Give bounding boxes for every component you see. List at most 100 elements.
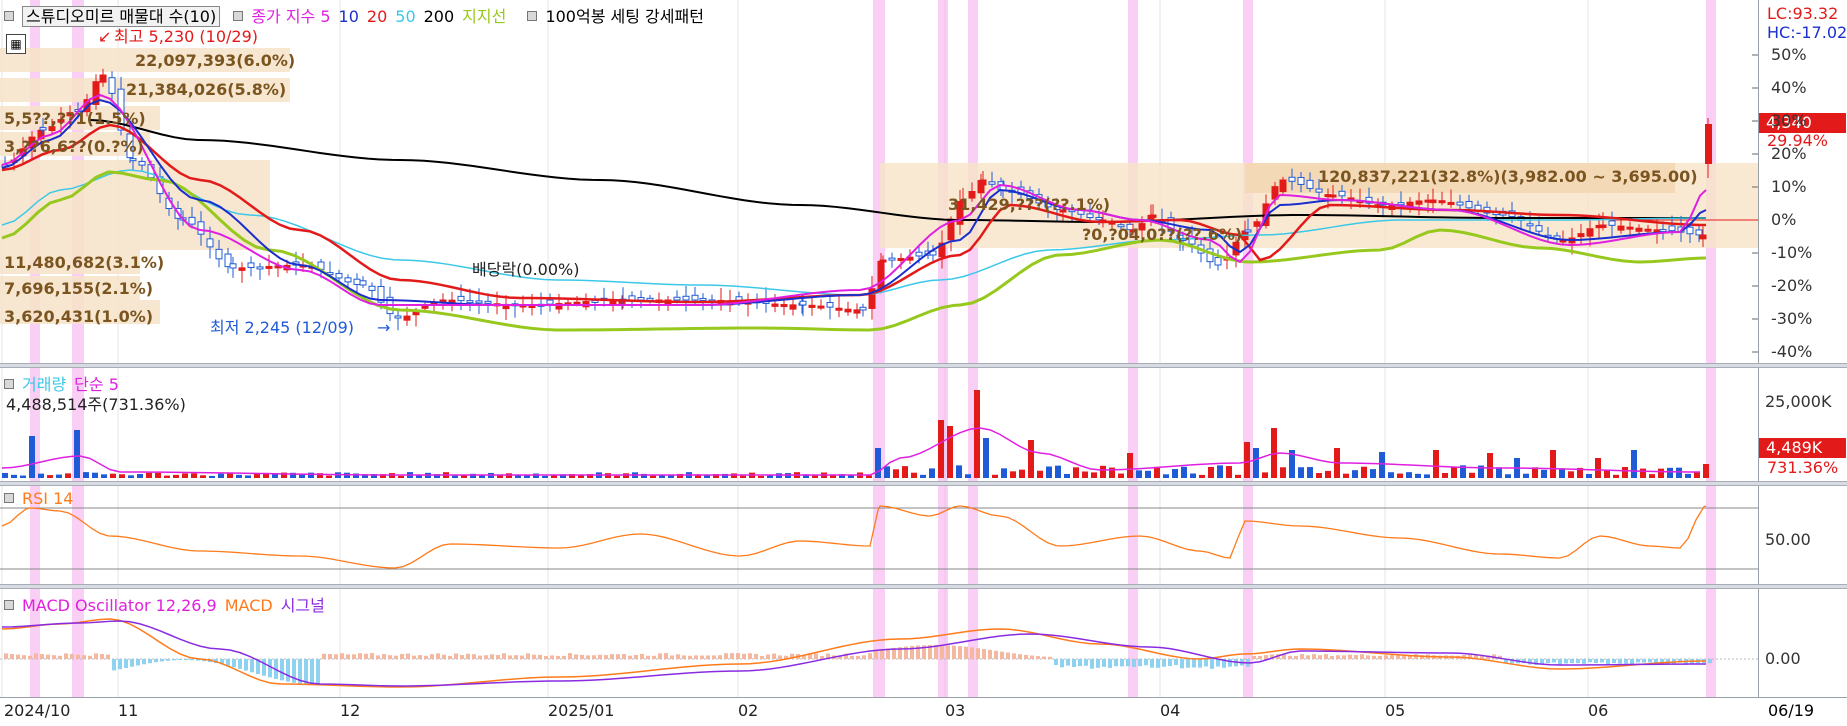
macd-histogram-bar bbox=[1156, 659, 1160, 668]
volume-pane[interactable]: 25,000K 4,489K 731.36% 거래량 단순 5 4,488,514… bbox=[0, 368, 1847, 481]
macd-histogram-bar bbox=[316, 659, 320, 686]
macd-histogram-bar bbox=[880, 649, 884, 659]
highlight-band bbox=[968, 589, 978, 697]
candle-body bbox=[238, 267, 246, 271]
grid-toggle-icon[interactable]: ▦ bbox=[6, 34, 26, 54]
candle-body bbox=[1465, 200, 1473, 209]
volume-plot[interactable] bbox=[0, 368, 1758, 481]
candle-body bbox=[1297, 176, 1305, 185]
x-tick-label: 2025/01 bbox=[548, 701, 615, 720]
ma-legend-item: 200 bbox=[423, 7, 455, 26]
volume-bar bbox=[947, 426, 953, 478]
macd-histogram-bar bbox=[868, 653, 872, 659]
candle-body bbox=[484, 300, 492, 304]
candle-body bbox=[1306, 179, 1314, 189]
volume-profile-label: 120,837,221(32.8%)(3,982.00 ~ 3,695.00) bbox=[1318, 167, 1698, 186]
macd-histogram-bar bbox=[1138, 659, 1142, 667]
macd-histogram-bar bbox=[76, 654, 80, 659]
volume-bar bbox=[1550, 450, 1556, 478]
volume-bar bbox=[1343, 473, 1349, 478]
candle-body bbox=[206, 238, 214, 248]
candle-body bbox=[1686, 226, 1694, 235]
macd-histogram-bar bbox=[580, 654, 584, 659]
legend-menu-icon[interactable] bbox=[233, 11, 244, 21]
volume-bar bbox=[992, 474, 998, 478]
rsi-plot[interactable] bbox=[0, 486, 1758, 584]
volume-bar bbox=[1154, 466, 1160, 478]
rsi-menu-icon[interactable] bbox=[4, 493, 14, 503]
volume-bar bbox=[614, 475, 620, 478]
macd-histogram-bar bbox=[304, 659, 308, 685]
volume-bar bbox=[11, 474, 17, 478]
volume-profile-label: 11,480,682(3.1%) bbox=[4, 253, 164, 272]
x-axis: 06/19 2024/10 11 12 2025/01 02 03 04 05 06 bbox=[0, 697, 1847, 726]
macd-histogram-bar bbox=[1306, 655, 1310, 659]
macd-histogram-bar bbox=[1396, 655, 1400, 659]
macd-histogram-bar bbox=[370, 653, 374, 659]
indicator-title[interactable]: 스튜디오미르 매물대 수(10) bbox=[22, 6, 221, 27]
current-date-label: 06/19 bbox=[1768, 701, 1815, 720]
volume-menu-icon[interactable] bbox=[4, 379, 14, 389]
rsi-pane-header: RSI 14 bbox=[4, 489, 81, 508]
candle-body bbox=[256, 266, 264, 270]
volume-bar bbox=[1559, 468, 1565, 478]
macd-histogram-bar bbox=[1030, 655, 1034, 659]
macd-histogram-bar bbox=[226, 659, 230, 666]
macd-histogram-bar bbox=[970, 647, 974, 659]
volume-bar bbox=[1370, 469, 1376, 478]
volume-bar bbox=[929, 468, 935, 478]
price-pane[interactable]: 22,097,393(6.0%) 21,384,026(5.8%) 5,5??,??… bbox=[0, 0, 1847, 363]
candle-body bbox=[673, 296, 681, 301]
macd-histogram-bar bbox=[706, 655, 710, 659]
pane-menu-icon[interactable] bbox=[4, 11, 14, 21]
macd-histogram-bar bbox=[352, 654, 356, 659]
candle-body bbox=[1429, 199, 1437, 204]
volume-bar bbox=[893, 469, 899, 478]
macd-histogram-bar bbox=[4, 653, 8, 659]
macd-histogram-bar bbox=[556, 655, 560, 659]
macd-histogram-bar bbox=[460, 655, 464, 659]
volume-bar bbox=[1028, 440, 1034, 478]
volume-tick: 25,000K bbox=[1765, 392, 1832, 411]
macd-histogram-bar bbox=[280, 659, 284, 681]
y-tick-label: -40% bbox=[1771, 342, 1813, 361]
candle-body bbox=[915, 251, 923, 257]
volume-bar bbox=[1145, 470, 1151, 478]
volume-bar bbox=[740, 475, 746, 478]
macd-histogram-bar bbox=[1624, 659, 1628, 664]
macd-histogram-bar bbox=[670, 655, 674, 659]
macd-pane[interactable]: 0.00 MACD Oscillator 12,26,9 MACD 시그널 bbox=[0, 589, 1847, 697]
macd-histogram-bar bbox=[1174, 659, 1178, 666]
macd-histogram-bar bbox=[466, 653, 470, 659]
rsi-pane[interactable]: 50.00 RSI 14 bbox=[0, 486, 1847, 584]
macd-histogram-bar bbox=[382, 654, 386, 659]
volume-bar bbox=[1199, 474, 1205, 478]
macd-histogram-bar bbox=[1330, 655, 1334, 659]
macd-histogram-bar bbox=[1204, 659, 1208, 667]
macd-histogram-bar bbox=[244, 659, 248, 671]
macd-histogram-bar bbox=[106, 654, 110, 659]
macd-histogram-bar bbox=[1546, 659, 1550, 664]
volume-bar bbox=[1244, 442, 1250, 478]
volume-bar bbox=[137, 473, 143, 478]
x-tick-label: 06 bbox=[1588, 701, 1609, 720]
price-plot[interactable]: 22,097,393(6.0%) 21,384,026(5.8%) 5,5??,??… bbox=[0, 0, 1758, 363]
x-tick-label: 12 bbox=[340, 701, 361, 720]
macd-histogram-bar bbox=[160, 659, 164, 662]
macd-menu-icon[interactable] bbox=[4, 600, 14, 610]
candle-body bbox=[359, 280, 367, 286]
macd-histogram-bar bbox=[724, 653, 728, 659]
macd-histogram-bar bbox=[364, 653, 368, 659]
candle-body bbox=[853, 309, 861, 314]
macd-line-legend: MACD bbox=[224, 596, 273, 615]
macd-histogram-bar bbox=[958, 646, 962, 659]
macd-histogram-bar bbox=[976, 648, 980, 659]
volume-profile-label: 7,696,155(2.1%) bbox=[4, 279, 153, 298]
volume-bar bbox=[1505, 474, 1511, 478]
pattern-menu-icon[interactable] bbox=[527, 11, 538, 21]
volume-pct: 731.36% bbox=[1767, 458, 1839, 477]
macd-histogram-bar bbox=[28, 655, 32, 659]
rsi-title: RSI 14 bbox=[22, 489, 74, 508]
candle-body bbox=[808, 304, 816, 308]
macd-histogram-bar bbox=[1588, 659, 1592, 663]
